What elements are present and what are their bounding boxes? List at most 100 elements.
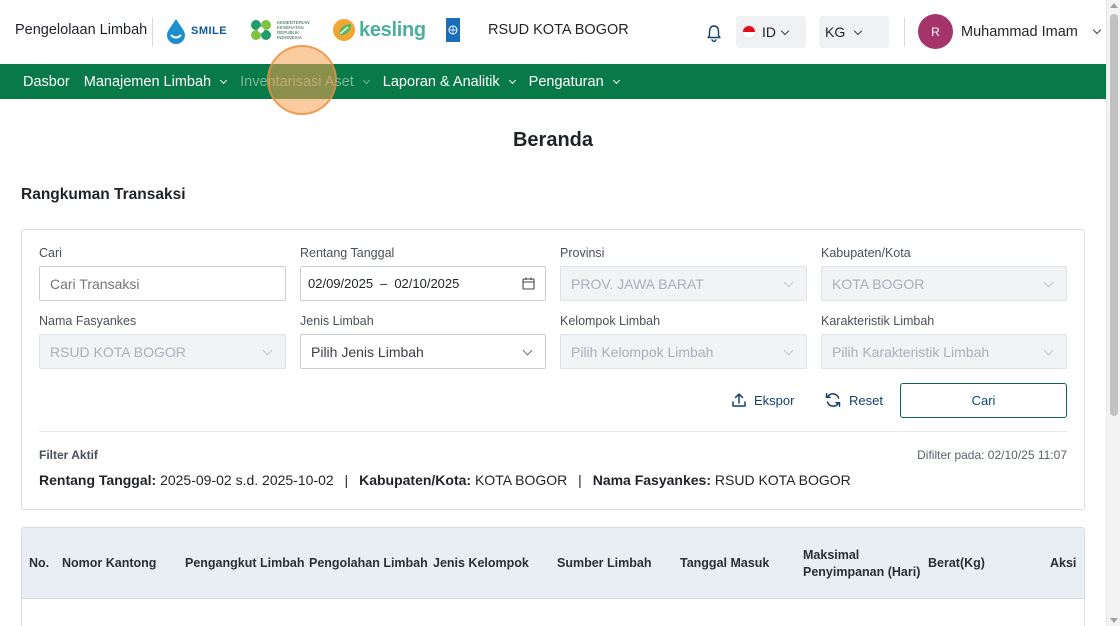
waste-type-label: Jenis Limbah bbox=[300, 314, 374, 328]
search-button[interactable]: Cari bbox=[900, 383, 1067, 418]
active-filters-title: Filter Aktif bbox=[39, 448, 98, 462]
reset-button[interactable]: Reset bbox=[824, 392, 883, 408]
kesling-logo: kesling bbox=[332, 18, 426, 42]
nav-item-label: Inventarisasi Aset bbox=[240, 73, 354, 90]
water-drop-icon bbox=[167, 19, 185, 44]
date-end[interactable]: 02/10/2025 bbox=[394, 276, 459, 291]
undp-logo bbox=[446, 18, 460, 42]
nav-item-inventarisasi-aset[interactable]: Inventarisasi Aset bbox=[240, 73, 370, 90]
nav-item-dasbor[interactable]: Dasbor bbox=[23, 74, 70, 90]
province-select: PROV. JAWA BARAT bbox=[560, 266, 807, 301]
app-title[interactable]: Pengelolaan Limbah bbox=[15, 22, 147, 38]
table-header: No. Nomor Kantong Pengangkut Limbah Peng… bbox=[22, 528, 1084, 599]
column-header-action: Aksi bbox=[1050, 556, 1077, 570]
column-header-no: No. bbox=[29, 556, 50, 570]
top-header: Pengelolaan Limbah SMILE KEMENTERIAN KES… bbox=[0, 0, 1106, 64]
city-label: Kabupaten/Kota bbox=[821, 246, 911, 260]
user-menu[interactable]: R Muhammad Imam bbox=[918, 14, 1102, 49]
date-range-picker[interactable]: 02/09/2025 – 02/10/2025 bbox=[300, 266, 546, 301]
upload-icon bbox=[732, 393, 746, 407]
column-header-max-storage: Maksimal Penyimpanan (Hari) bbox=[803, 547, 921, 579]
chevron-down-icon bbox=[522, 345, 533, 356]
chevron-down-icon[interactable] bbox=[1092, 25, 1102, 35]
kemenkes-logo-text: KEMENTERIAN KESEHATAN REPUBLIK INDONESIA bbox=[277, 20, 310, 40]
export-button[interactable]: Ekspor bbox=[731, 392, 794, 408]
chevron-down-icon bbox=[853, 26, 863, 35]
header-divider bbox=[152, 18, 153, 46]
column-header-entry-date: Tanggal Masuk bbox=[680, 556, 770, 570]
search-input[interactable] bbox=[39, 266, 286, 301]
chevron-down-icon bbox=[362, 76, 370, 84]
kesling-logo-text: kesling bbox=[359, 18, 426, 41]
column-header-transporter: Pengangkut Limbah bbox=[185, 556, 305, 570]
un-emblem-icon bbox=[448, 25, 458, 35]
smile-logo-text: SMILE bbox=[191, 25, 228, 37]
smile-logo: SMILE bbox=[165, 18, 227, 44]
chevron-down-icon bbox=[780, 26, 790, 35]
waste-group-placeholder: Pilih Kelompok Limbah bbox=[571, 343, 714, 360]
facility-select: RSUD KOTA BOGOR bbox=[39, 334, 286, 369]
nav-item-label: Dasbor bbox=[23, 73, 70, 90]
column-header-source: Sumber Limbah bbox=[557, 556, 652, 570]
nav-item-manajemen-limbah[interactable]: Manajemen Limbah bbox=[83, 73, 228, 90]
active-city-value: KOTA BOGOR bbox=[474, 472, 568, 488]
search-label: Cari bbox=[39, 246, 62, 260]
export-label: Ekspor bbox=[754, 392, 795, 408]
hospital-name: RSUD KOTA BOGOR bbox=[488, 22, 629, 38]
chevron-down-icon bbox=[508, 76, 516, 84]
active-city-label: Kabupaten/Kota: bbox=[359, 472, 472, 488]
column-header-weight: Berat(Kg) bbox=[928, 556, 985, 570]
nav-item-laporan-analitik[interactable]: Laporan & Analitik bbox=[382, 73, 516, 90]
bell-icon[interactable] bbox=[705, 24, 723, 42]
indonesia-flag-icon bbox=[742, 25, 756, 39]
unit-value: KG bbox=[825, 24, 846, 40]
kemenkes-logo: KEMENTERIAN KESEHATAN REPUBLIK INDONESIA bbox=[248, 17, 310, 43]
scrollbar-thumb[interactable] bbox=[1110, 14, 1118, 416]
active-filter-separator: | bbox=[344, 472, 349, 488]
chevron-down-icon bbox=[262, 345, 273, 356]
facility-label: Nama Fasyankes bbox=[39, 314, 137, 328]
unit-select[interactable]: KG bbox=[819, 16, 889, 48]
chevron-down-icon bbox=[220, 76, 228, 84]
province-value: PROV. JAWA BARAT bbox=[571, 275, 704, 292]
active-facility-label: Nama Fasyankes: bbox=[592, 472, 711, 488]
date-range-label: Rentang Tanggal bbox=[300, 246, 395, 260]
nav-item-pengaturan[interactable]: Pengaturan bbox=[528, 73, 620, 90]
kemenkes-emblem-icon bbox=[251, 20, 271, 40]
waste-type-select[interactable]: Pilih Jenis Limbah bbox=[300, 334, 546, 369]
page-title: Beranda bbox=[512, 129, 594, 151]
date-start[interactable]: 02/09/2025 bbox=[308, 276, 373, 291]
active-facility-value: RSUD KOTA BOGOR bbox=[714, 472, 851, 488]
language-select[interactable]: ID bbox=[736, 16, 806, 48]
facility-value: RSUD KOTA BOGOR bbox=[50, 343, 186, 360]
page-scrollbar[interactable] bbox=[1106, 0, 1120, 626]
main-nav: Dasbor Manajemen Limbah Inventarisasi As… bbox=[0, 64, 1106, 99]
reset-label: Reset bbox=[849, 392, 883, 408]
active-filter-separator: | bbox=[578, 472, 582, 488]
kesling-leaf-icon bbox=[333, 19, 355, 41]
nav-item-label: Laporan & Analitik bbox=[382, 73, 500, 90]
waste-type-placeholder: Pilih Jenis Limbah bbox=[311, 343, 424, 360]
date-separator: – bbox=[380, 276, 388, 291]
app-root: Pengelolaan Limbah SMILE KEMENTERIAN KES… bbox=[0, 0, 1120, 626]
chevron-down-icon bbox=[783, 345, 794, 356]
column-header-group-type: Jenis Kelompok bbox=[433, 556, 529, 570]
calendar-icon[interactable] bbox=[522, 277, 535, 290]
waste-char-placeholder: Pilih Karakteristik Limbah bbox=[832, 343, 990, 360]
waste-char-select: Pilih Karakteristik Limbah bbox=[821, 334, 1067, 369]
filtered-at-timestamp: Difilter pada: 02/10/25 11:07 bbox=[917, 448, 1067, 462]
nav-item-label: Manajemen Limbah bbox=[83, 73, 212, 90]
city-select: KOTA BOGOR bbox=[821, 266, 1067, 301]
user-name[interactable]: Muhammad Imam bbox=[961, 24, 1078, 40]
waste-char-label: Karakteristik Limbah bbox=[821, 314, 935, 328]
avatar[interactable]: R bbox=[918, 14, 953, 49]
refresh-icon bbox=[825, 393, 841, 407]
section-title: Rangkuman Transaksi bbox=[21, 186, 186, 203]
scroll-down-arrow-icon[interactable] bbox=[1110, 618, 1118, 623]
scroll-up-arrow-icon[interactable] bbox=[1110, 3, 1118, 8]
column-header-bag-number: Nomor Kantong bbox=[62, 556, 157, 570]
language-value: ID bbox=[762, 24, 776, 40]
active-filters-summary: Rentang Tanggal: 2025-09-02 s.d. 2025-10… bbox=[39, 472, 851, 488]
nav-item-label: Pengaturan bbox=[528, 73, 604, 90]
waste-group-label: Kelompok Limbah bbox=[560, 314, 661, 328]
